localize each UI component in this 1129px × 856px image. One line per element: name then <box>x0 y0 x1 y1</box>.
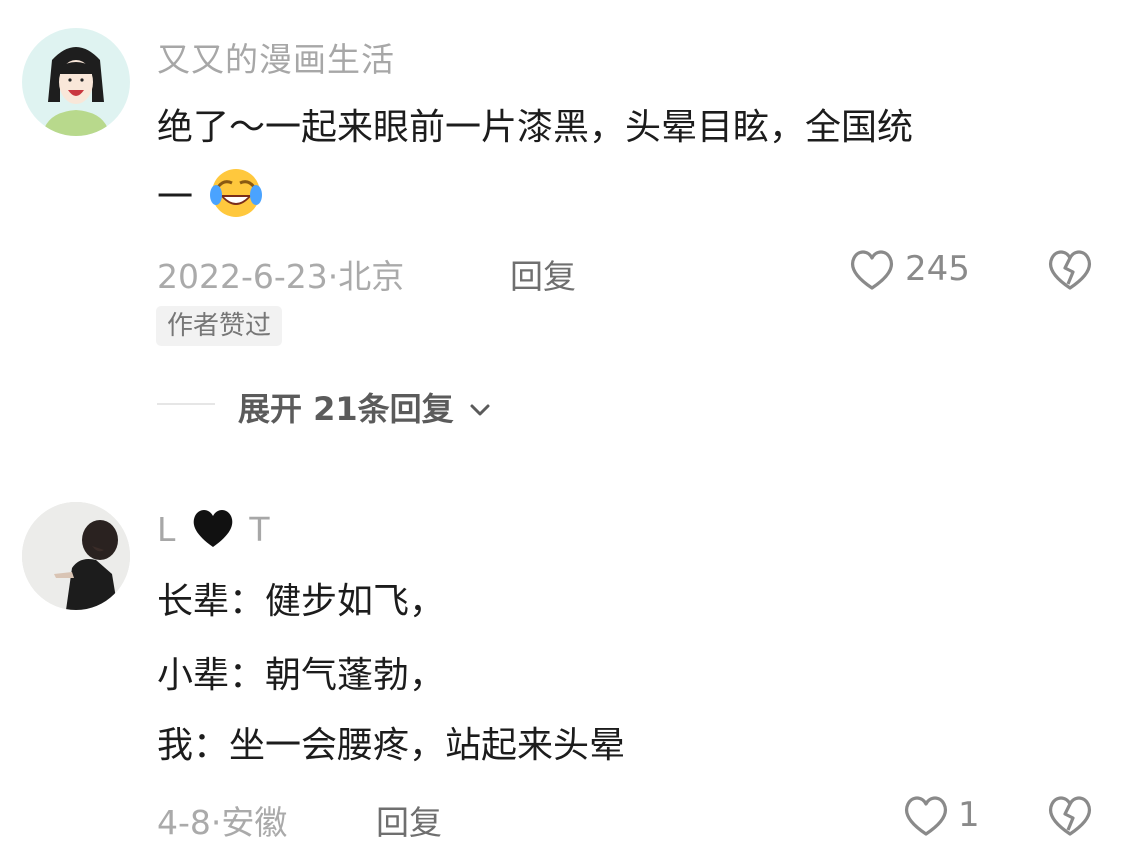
broken-heart-icon[interactable] <box>1046 794 1094 838</box>
comment-location: 安徽 <box>221 803 288 842</box>
comment-content-line: 一 <box>157 165 264 240</box>
heart-outline-icon[interactable] <box>902 794 950 838</box>
laughing-tears-emoji <box>208 165 264 240</box>
username-part: T <box>249 510 271 549</box>
avatar[interactable] <box>22 28 130 136</box>
expand-divider <box>157 403 215 405</box>
reply-button[interactable]: 回复 <box>376 796 442 844</box>
comment-content-line: 我：坐一会腰疼，站起来头晕 <box>157 725 626 766</box>
comment-content-text: 一 <box>157 177 194 218</box>
like-count: 245 <box>905 249 970 289</box>
broken-heart-icon[interactable] <box>1046 248 1094 292</box>
comment-meta: 4-8·安徽 <box>157 803 288 842</box>
username-part: L <box>157 510 177 549</box>
comment-content-line: 长辈：健步如飞， <box>157 581 446 622</box>
expand-replies-label: 展开 21条回复 <box>238 390 454 428</box>
avatar[interactable] <box>22 502 130 610</box>
comment-date: 4-8 <box>157 803 211 842</box>
comment-content-line: 小辈：朝气蓬勃， <box>157 655 446 696</box>
like-count: 1 <box>958 795 980 835</box>
comment-username[interactable]: 又又的漫画生活 <box>157 33 395 81</box>
chevron-down-icon <box>469 388 491 426</box>
comment-username[interactable]: L T <box>157 507 271 557</box>
author-liked-tag: 作者赞过 <box>156 306 283 346</box>
comment-content-line: 绝了～一起来眼前一片漆黑，头晕目眩，全国统 <box>157 107 914 148</box>
comment-location: 北京 <box>338 257 405 296</box>
comment-date: 2022-6-23 <box>157 257 328 296</box>
reply-button[interactable]: 回复 <box>510 250 576 298</box>
heart-outline-icon[interactable] <box>848 248 896 292</box>
black-heart-icon <box>190 507 236 557</box>
comment-meta: 2022-6-23·北京 <box>157 257 405 296</box>
expand-replies-button[interactable]: 展开 21条回复 <box>238 384 491 430</box>
